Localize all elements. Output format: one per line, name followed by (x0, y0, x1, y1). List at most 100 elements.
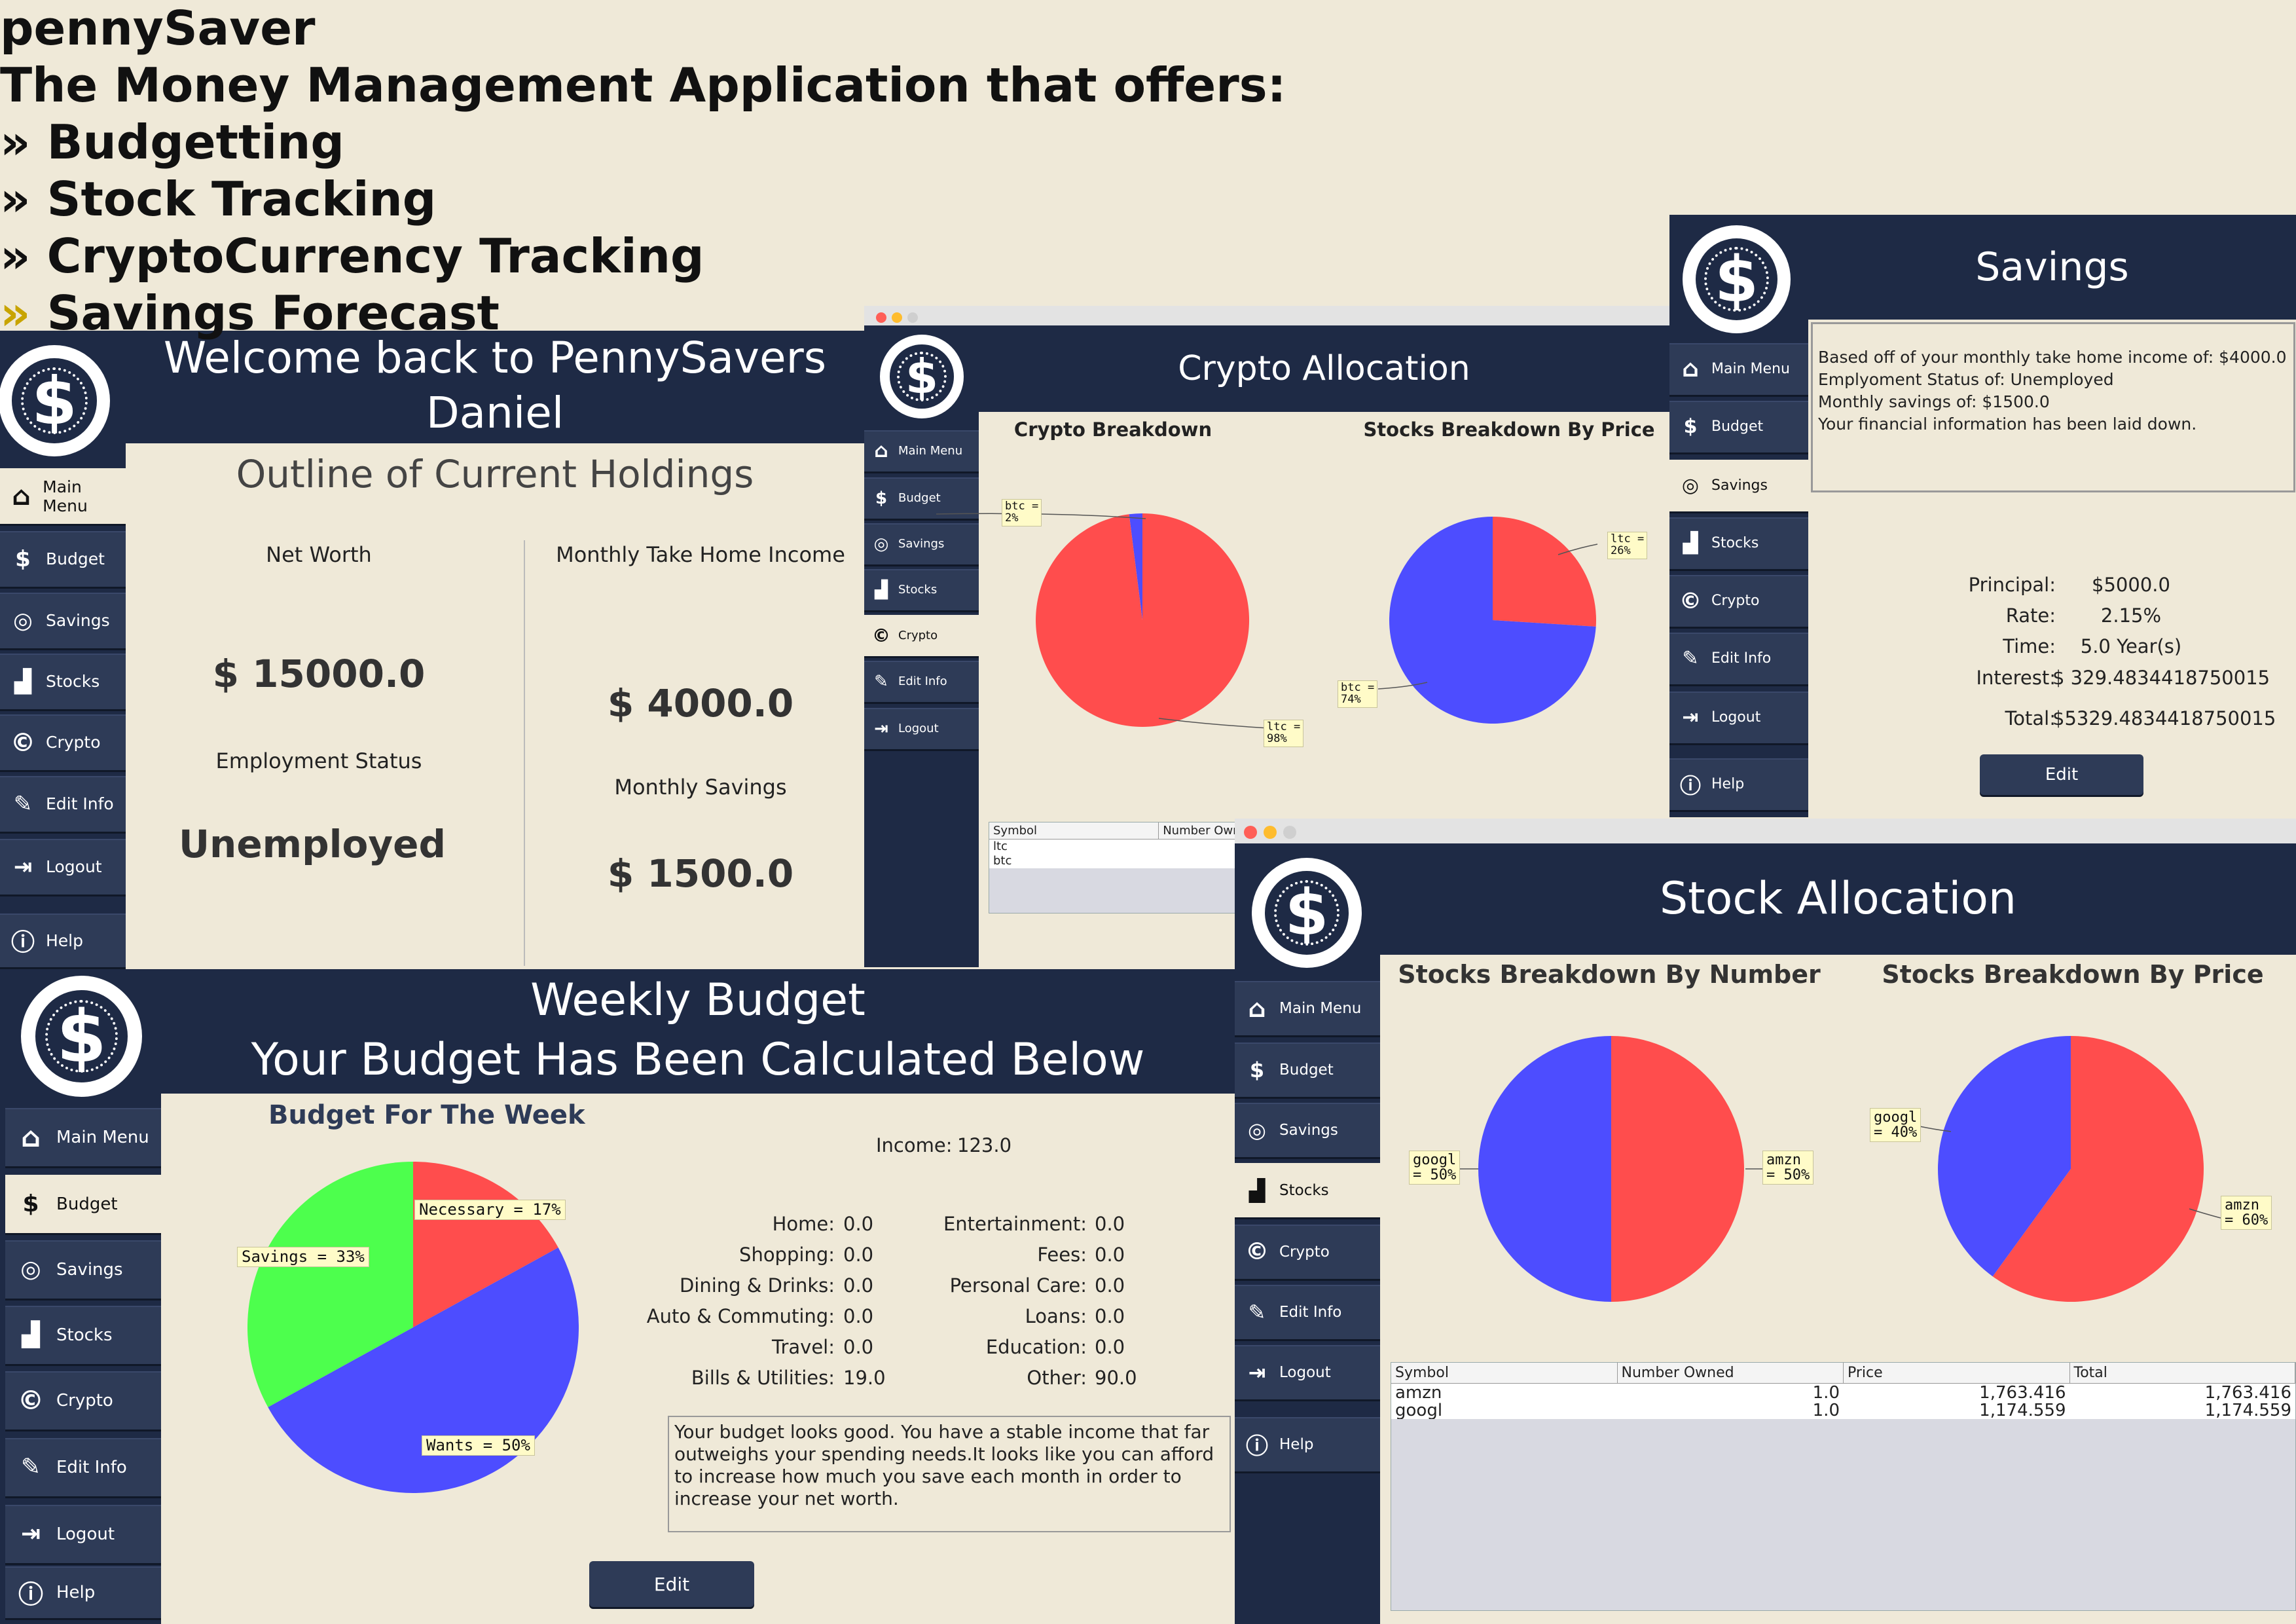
budget-field-value: 0.0 (843, 1244, 874, 1266)
nav-budget[interactable]: $ Budget (0, 531, 126, 589)
income-value: $ 4000.0 (607, 681, 794, 726)
chart-icon: ▟ (22, 1321, 40, 1348)
nav-help[interactable]: ⓘ Help (1235, 1417, 1380, 1473)
nav-label: Logout (1711, 709, 1761, 726)
pie-label-wants: Wants = 50% (422, 1435, 535, 1456)
nav-crypto[interactable]: © Crypto (5, 1371, 161, 1431)
nav-label: Main Menu (1711, 361, 1790, 377)
column-header-price[interactable]: Price (1844, 1363, 2070, 1383)
minimize-window-button[interactable] (1264, 826, 1277, 839)
crypto-coin-icon: © (872, 625, 890, 646)
nav-edit-info[interactable]: ✎ Edit Info (5, 1438, 161, 1498)
nav-logout[interactable]: ⇥ Logout (5, 1505, 161, 1565)
stocks-price-chart-title: Stocks Breakdown By Price (1882, 960, 2264, 989)
nav-edit-info[interactable]: ✎ Edit Info (1235, 1285, 1380, 1341)
edit-icon: ✎ (1248, 1299, 1266, 1325)
logout-icon: ⇥ (20, 1521, 41, 1547)
nav-main-menu[interactable]: ⌂ Main Menu (1669, 343, 1808, 397)
nav-crypto[interactable]: © Crypto (1235, 1225, 1380, 1281)
nav-stocks[interactable]: ▟ Stocks (5, 1306, 161, 1366)
principal-value: $5000.0 (2092, 574, 2170, 596)
nav-savings[interactable]: ◎ Savings (1235, 1103, 1380, 1159)
column-header-total[interactable]: Total (2070, 1363, 2295, 1383)
stock-holdings-table[interactable]: Symbol Number Owned Price Total amzn 1.0… (1391, 1362, 2296, 1611)
stocks-price-pie (1938, 1036, 2204, 1302)
nav-edit-info[interactable]: ✎ Edit Info (864, 661, 979, 704)
nav-main-menu[interactable]: ⌂ Main Menu (1235, 981, 1380, 1037)
nav-label: Budget (1279, 1061, 1334, 1079)
nav-logout[interactable]: ⇥ Logout (0, 839, 126, 896)
sidebar: $ ⌂ Main Menu $ Budget ◎ Savings ▟ Stock… (864, 325, 979, 967)
nav-savings[interactable]: ◎ Savings (0, 593, 126, 650)
nav-label: Savings (1711, 477, 1768, 494)
budget-field-value: 0.0 (1095, 1305, 1125, 1327)
nav-label: Budget (1711, 418, 1764, 435)
nav-crypto[interactable]: © Crypto (1669, 575, 1808, 629)
nav-stocks[interactable]: ▟ Stocks (864, 569, 979, 612)
nav-crypto[interactable]: © Crypto (864, 615, 979, 658)
nav-main-menu[interactable]: ⌂ Main Menu (0, 468, 126, 526)
budget-field-label: Entertainment: (943, 1213, 1087, 1235)
money-bag-icon: $ (22, 1190, 39, 1217)
nav-savings[interactable]: ◎ Savings (864, 523, 979, 566)
nav-stocks[interactable]: ▟ Stocks (0, 654, 126, 711)
nav-label: Edit Info (56, 1457, 127, 1477)
nav-label: Stocks (1711, 535, 1759, 551)
crypto-breakdown-pie (1036, 513, 1250, 727)
nav-label: Main Menu (43, 477, 88, 515)
nav-logout[interactable]: ⇥ Logout (1235, 1345, 1380, 1401)
nav-logout[interactable]: ⇥ Logout (864, 708, 979, 751)
employment-value: Unemployed (178, 822, 446, 866)
nav-logout[interactable]: ⇥ Logout (1669, 692, 1808, 745)
bullet-symbol: » (0, 115, 31, 170)
monthly-savings-label: Monthly Savings (614, 775, 787, 800)
dollar-icon: $ (1715, 242, 1758, 316)
nav-help[interactable]: ⓘ Help (1669, 758, 1808, 812)
app-logo: $ (880, 335, 964, 418)
nav-label: Savings (46, 611, 110, 630)
nav-savings[interactable]: ◎ Savings (1669, 460, 1808, 513)
nav-edit-info[interactable]: ✎ Edit Info (0, 776, 126, 834)
column-header-symbol[interactable]: Symbol (1391, 1363, 1618, 1383)
help-icon: ⓘ (1679, 773, 1701, 798)
pie-label-amzn: amzn = 60% (2221, 1196, 2272, 1230)
app-logo: $ (1683, 225, 1791, 333)
edit-button[interactable]: Edit (1980, 754, 2143, 795)
nav-crypto[interactable]: © Crypto (0, 714, 126, 772)
nav-label: Help (1279, 1435, 1314, 1453)
edit-icon: ✎ (1682, 647, 1699, 670)
budget-field-value: 0.0 (1095, 1336, 1125, 1358)
pie-slice-googl (1478, 1036, 1611, 1302)
column-header-number-owned[interactable]: Number Owned (1618, 1363, 1844, 1383)
edit-button[interactable]: Edit (589, 1561, 754, 1607)
budget-field-label: Auto & Commuting: (646, 1305, 835, 1327)
nav-budget[interactable]: $ Budget (1669, 401, 1808, 454)
nav-help[interactable]: ⓘ Help (0, 913, 126, 969)
nav-edit-info[interactable]: ✎ Edit Info (1669, 633, 1808, 686)
nav-main-menu[interactable]: ⌂ Main Menu (5, 1108, 161, 1168)
column-header-symbol[interactable]: Symbol (989, 822, 1159, 839)
nav-savings[interactable]: ◎ Savings (5, 1240, 161, 1301)
nav-main-menu[interactable]: ⌂ Main Menu (864, 430, 979, 473)
nav-budget[interactable]: $ Budget (1235, 1043, 1380, 1099)
nav-stocks[interactable]: ▟ Stocks (1235, 1163, 1380, 1219)
crypto-coin-icon: © (18, 1385, 44, 1416)
nav-help[interactable]: ⓘ Help (5, 1566, 161, 1620)
home-icon: ⌂ (12, 481, 31, 511)
feature-item: » CryptoCurrency Tracking (0, 228, 1676, 285)
zoom-window-button[interactable] (1283, 826, 1296, 839)
budget-field-label: Personal Care: (949, 1274, 1087, 1297)
nav-budget[interactable]: $ Budget (864, 477, 979, 521)
sidebar: $ ⌂ Main Menu $ Budget ◎ Savings ▟ Stock… (1669, 215, 1808, 817)
page-header: Welcome back to PennySavers Daniel (126, 331, 864, 443)
nav-stocks[interactable]: ▟ Stocks (1669, 517, 1808, 571)
nav-budget[interactable]: $ Budget (5, 1175, 161, 1235)
table-row[interactable]: googl 1.0 1,174.559 1,174.559 (1391, 1402, 2295, 1419)
close-window-button[interactable] (1244, 826, 1257, 839)
budget-field-label: Travel: (772, 1336, 835, 1358)
table-row[interactable]: amzn 1.0 1,763.416 1,763.416 (1391, 1384, 2295, 1402)
money-bag-icon: $ (875, 488, 888, 508)
page-header: Stock Allocation (1380, 843, 2296, 955)
principal-label: Principal: (1968, 574, 2056, 596)
bullet-symbol: » (0, 229, 31, 284)
